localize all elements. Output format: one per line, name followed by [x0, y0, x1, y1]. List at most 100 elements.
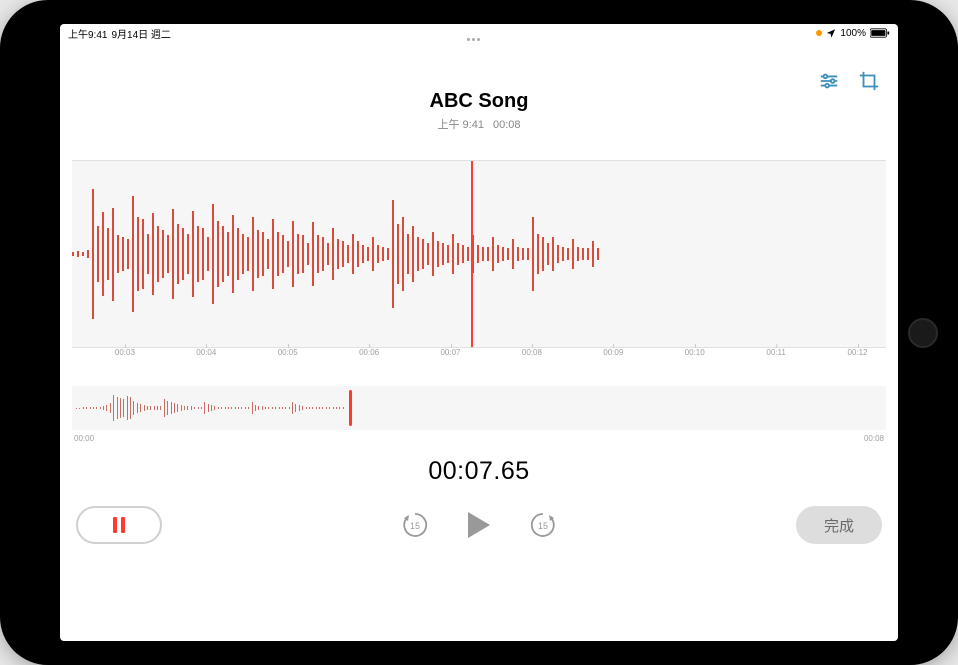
pause-icon: [113, 517, 125, 533]
waveform-bar: [172, 209, 174, 298]
waveform-bar-mini: [265, 407, 266, 410]
waveform-bar-mini: [198, 407, 199, 409]
waveform-bar: [237, 228, 239, 280]
waveform-bar-mini: [279, 407, 280, 409]
waveform-bar: [167, 235, 169, 272]
waveform-bar: [352, 234, 354, 275]
waveform-bar-mini: [127, 396, 128, 420]
waveform-bar-mini: [275, 407, 276, 409]
waveform-bar: [142, 219, 144, 290]
waveform-bar: [242, 234, 244, 275]
waveform-bar-mini: [262, 406, 263, 410]
waveform-bar-mini: [231, 407, 232, 409]
waveform-bar-mini: [258, 406, 259, 410]
waveform-bar: [332, 228, 334, 280]
skip-forward-15-button[interactable]: 15: [528, 510, 558, 540]
waveform-bar: [222, 226, 224, 282]
waveform-bar: [312, 222, 314, 285]
battery-icon: [870, 28, 890, 38]
status-right: 100%: [816, 28, 890, 39]
waveform-bar-mini: [171, 402, 172, 414]
waveform-bar: [252, 217, 254, 291]
waveform-bar-mini: [329, 407, 330, 408]
waveform-bar: [347, 245, 349, 264]
waveform-bar: [572, 239, 574, 269]
waveform-bar: [287, 241, 289, 267]
waveform-bar: [467, 247, 469, 262]
overview-end-time: 00:08: [864, 434, 884, 443]
waveform-bar-mini: [147, 406, 148, 410]
waveform-main[interactable]: [72, 160, 886, 348]
timeline-tick: 00:03: [115, 348, 135, 357]
waveform-bar-mini: [133, 401, 134, 414]
waveform-bar: [407, 234, 409, 275]
waveform-bar-mini: [248, 407, 249, 409]
waveform-bar-mini: [160, 406, 161, 409]
waveform-bar-mini: [208, 404, 209, 412]
play-button[interactable]: [468, 512, 490, 538]
waveform-bar: [282, 235, 284, 272]
waveform-bar: [417, 237, 419, 270]
waveform-bar: [297, 234, 299, 275]
playhead-overview[interactable]: [349, 390, 352, 426]
waveform-bar-mini: [306, 407, 307, 409]
waveform-overview[interactable]: [72, 386, 886, 430]
waveform-bar: [462, 245, 464, 264]
waveform-bar-mini: [130, 397, 131, 418]
waveform-bar: [82, 252, 84, 256]
waveform-bar-mini: [268, 407, 269, 409]
timeline-tick: 00:07: [440, 348, 460, 357]
waveform-bar-mini: [299, 405, 300, 410]
waveform-bar: [512, 239, 514, 269]
waveform-bar-mini: [214, 406, 215, 410]
waveform-bar-mini: [140, 404, 141, 412]
options-icon[interactable]: [818, 70, 840, 97]
done-button[interactable]: 完成: [796, 506, 882, 544]
toolbar-top-right: [818, 70, 880, 97]
recording-title[interactable]: ABC Song: [72, 90, 886, 113]
waveform-bar-mini: [312, 407, 313, 409]
waveform-bar-mini: [181, 405, 182, 410]
waveform-bar: [107, 228, 109, 280]
crop-icon[interactable]: [858, 70, 880, 97]
playhead-main[interactable]: [471, 160, 473, 348]
waveform-bar-mini: [117, 397, 118, 419]
recording-duration: 00:08: [493, 119, 521, 131]
waveform-bar-mini: [177, 404, 178, 411]
timeline-tick: 00:08: [522, 348, 542, 357]
waveform-bar: [577, 247, 579, 262]
home-button[interactable]: [908, 318, 938, 348]
waveform-bar-mini: [309, 407, 310, 409]
waveform-bar: [247, 237, 249, 270]
waveform-bar-mini: [164, 399, 165, 417]
skip-back-15-button[interactable]: 15: [400, 510, 430, 540]
pause-button[interactable]: [76, 506, 162, 544]
waveform-bar-mini: [123, 399, 124, 417]
waveform-bar-mini: [289, 407, 290, 408]
waveform-bar: [482, 247, 484, 262]
waveform-bar-mini: [343, 407, 344, 408]
waveform-bar-mini: [235, 407, 236, 409]
waveform-bar: [177, 224, 179, 284]
waveform-bar: [147, 234, 149, 275]
waveform-bar: [497, 245, 499, 264]
voice-memo-editor: ABC Song 上午 9:41 00:08 00:0300:0400:0500…: [60, 42, 898, 641]
timeline-tick: 00:04: [196, 348, 216, 357]
waveform-bar: [557, 245, 559, 264]
waveform-bar: [567, 248, 569, 259]
waveform-bar: [127, 239, 129, 269]
waveform-bar: [437, 241, 439, 267]
waveform-bar: [442, 243, 444, 265]
waveform-bar-mini: [316, 407, 317, 408]
waveform-bar-mini: [184, 406, 185, 410]
waveform-bar: [587, 248, 589, 259]
waveform-bar: [102, 212, 104, 296]
waveform-bar: [597, 248, 599, 259]
waveform-bar-mini: [272, 407, 273, 409]
waveform-bar-mini: [218, 407, 219, 410]
waveform-bar-mini: [326, 407, 327, 408]
overview-start-time: 00:00: [74, 434, 94, 443]
timeline-ruler[interactable]: 00:0300:0400:0500:0600:0700:0800:0900:10…: [72, 348, 886, 370]
waveform-bar-mini: [252, 402, 253, 413]
timeline-tick: 00:11: [766, 348, 785, 357]
